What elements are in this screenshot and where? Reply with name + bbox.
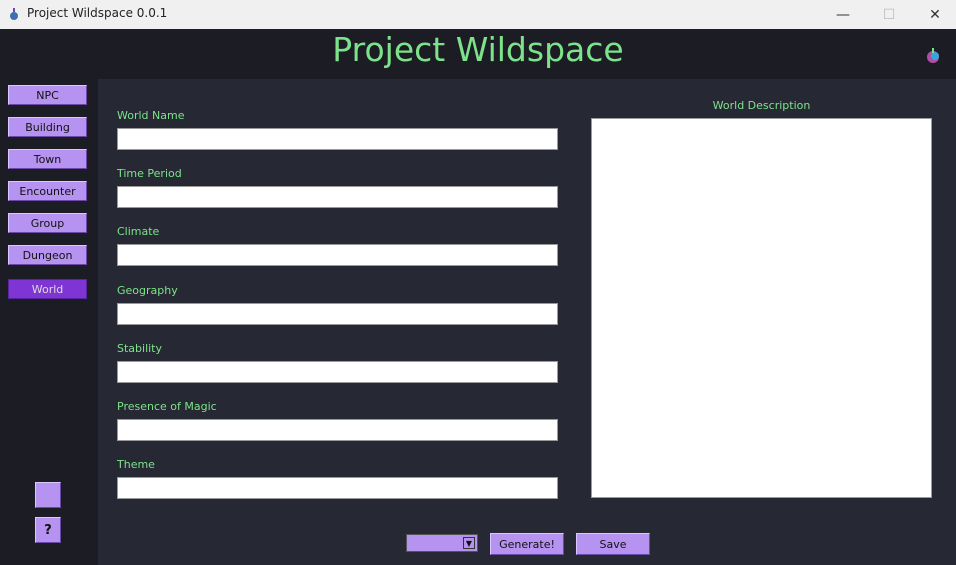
sidebar-item-encounter[interactable]: Encounter [8,181,87,201]
close-button[interactable]: ✕ [912,0,956,29]
theme-label: Theme [117,458,155,471]
app-icon [10,8,18,20]
sidebar: NPC Building Town Encounter Group Dungeo… [0,79,98,565]
stability-input[interactable] [117,361,558,383]
sidebar-item-dungeon[interactable]: Dungeon [8,245,87,265]
sidebar-item-world[interactable]: World [8,279,87,299]
sidebar-item-town[interactable]: Town [8,149,87,169]
world-name-input[interactable] [117,128,558,150]
save-button[interactable]: Save [576,533,650,555]
help-button[interactable]: ? [35,517,61,543]
geography-label: Geography [117,284,178,297]
geography-input[interactable] [117,303,558,325]
minimize-button[interactable]: — [820,0,866,29]
settings-button[interactable] [35,482,61,508]
climate-input[interactable] [117,244,558,266]
sidebar-item-group[interactable]: Group [8,213,87,233]
world-description-textarea[interactable] [591,118,932,498]
window-titlebar: Project Wildspace 0.0.1 — ☐ ✕ [0,0,956,29]
world-form: World Name Time Period Climate Geography… [98,79,956,565]
app-header: Project Wildspace [0,29,956,79]
maximize-button[interactable]: ☐ [866,0,912,29]
window-title: Project Wildspace 0.0.1 [27,6,168,20]
time-period-input[interactable] [117,186,558,208]
chevron-down-icon[interactable]: ▼ [463,537,475,549]
presence-of-magic-input[interactable] [117,419,558,441]
logo-icon [927,48,939,63]
app-title: Project Wildspace [332,30,624,69]
time-period-label: Time Period [117,167,182,180]
world-name-label: World Name [117,109,185,122]
theme-input[interactable] [117,477,558,499]
sidebar-item-building[interactable]: Building [8,117,87,137]
generate-button[interactable]: Generate! [490,533,564,555]
stability-label: Stability [117,342,163,355]
sidebar-item-npc[interactable]: NPC [8,85,87,105]
presence-of-magic-label: Presence of Magic [117,400,217,413]
climate-label: Climate [117,225,160,238]
world-description-label: World Description [712,99,811,112]
generator-dropdown[interactable]: ▼ [406,534,478,552]
